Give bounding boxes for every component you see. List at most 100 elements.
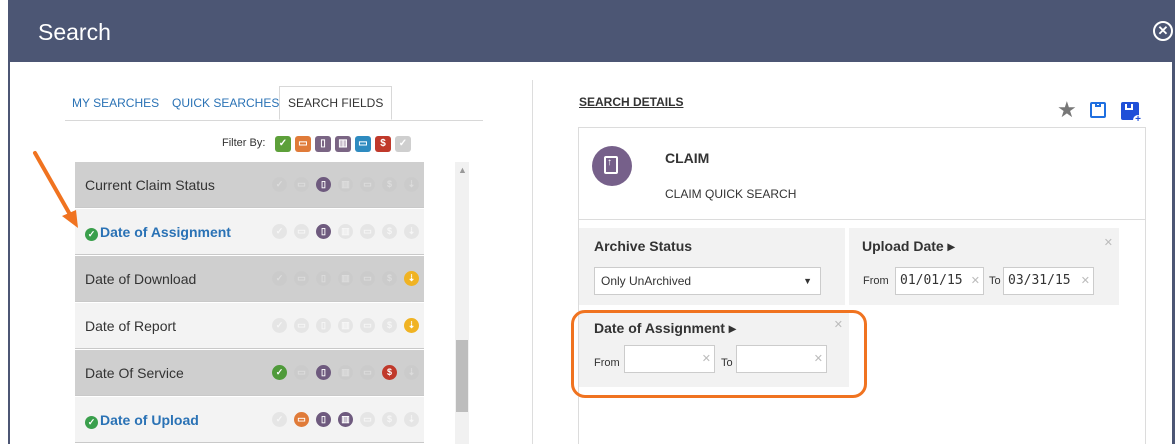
upload-date-to-value: 03/31/15 — [1008, 273, 1071, 288]
document-icon: ▯ — [316, 271, 331, 286]
panel-divider — [532, 80, 533, 444]
check-icon: ✓ — [272, 224, 287, 239]
check-icon: ✓ — [272, 318, 287, 333]
field-row[interactable]: Current Claim Status ✓ ▭ ▯ ▥ ▭ $ ⇣ — [75, 162, 424, 208]
service-icon: ▭ — [360, 412, 375, 427]
dollar-icon: $ — [382, 412, 397, 427]
dollar-icon: $ — [382, 271, 397, 286]
check-icon: ✓ — [272, 177, 287, 192]
download-icon: ▭ — [294, 271, 309, 286]
service-icon: ▭ — [360, 177, 375, 192]
tab-search-fields[interactable]: SEARCH FIELDS — [279, 86, 393, 120]
upload-icon: ⇣ — [404, 365, 419, 380]
field-row[interactable]: Date of Download ✓ ▭ ▯ ▥ ▭ $ ⇣ — [75, 256, 424, 302]
save-icon[interactable] — [1090, 102, 1106, 118]
report-icon: ▥ — [338, 365, 353, 380]
download-icon: ▭ — [294, 224, 309, 239]
details-divider — [578, 219, 1146, 220]
dollar-icon: $ — [382, 365, 397, 380]
upload-icon: ⇣ — [404, 412, 419, 427]
document-icon: ▯ — [316, 412, 331, 427]
download-icon: ▭ — [294, 365, 309, 380]
tab-quick-searches[interactable]: QUICK SEARCHES — [172, 96, 279, 110]
filter-check-icon[interactable]: ✓ — [275, 136, 291, 152]
clear-icon[interactable]: ✕ — [1081, 268, 1090, 294]
search-tabs: MY SEARCHES QUICK SEARCHES SEARCH FIELDS — [65, 86, 483, 121]
service-icon: ▭ — [360, 224, 375, 239]
check-icon: ✓ — [272, 365, 287, 380]
filter-service-icon[interactable]: ▭ — [355, 136, 371, 152]
claim-title: CLAIM — [665, 150, 710, 166]
scroll-up-icon[interactable]: ▲ — [458, 165, 467, 175]
upload-icon: ⇣ — [404, 271, 419, 286]
clear-icon[interactable]: ✕ — [971, 268, 980, 294]
upload-icon: ⇣ — [404, 224, 419, 239]
field-row[interactable]: ✓ Date of Upload ✓ ▭ ▯ ▥ ▭ $ ⇣ — [75, 397, 424, 443]
upload-date-to-input[interactable]: 03/31/15 ✕ — [1003, 267, 1094, 295]
field-label: Date of Download — [85, 271, 197, 287]
archive-status-select[interactable]: Only UnArchived ▼ — [594, 267, 821, 295]
chevron-down-icon: ▼ — [803, 276, 812, 286]
report-icon: ▥ — [338, 412, 353, 427]
search-details-header: SEARCH DETAILS — [579, 95, 684, 109]
dollar-icon: $ — [382, 177, 397, 192]
field-label: ✓ Date of Assignment — [85, 224, 231, 241]
download-icon: ▭ — [294, 318, 309, 333]
upload-date-filter: Upload Date ▸ ✕ From 01/01/15 ✕ To 03/31… — [849, 228, 1119, 305]
field-label: Date of Report — [85, 318, 177, 334]
check-icon: ✓ — [272, 271, 287, 286]
field-label: ✓ Date of Upload — [85, 412, 199, 429]
report-icon: ▥ — [338, 224, 353, 239]
archive-status-value: Only UnArchived — [601, 274, 692, 288]
report-icon: ▥ — [338, 318, 353, 333]
to-label: To — [989, 275, 1001, 287]
star-icon[interactable]: ★ — [1057, 99, 1077, 121]
dialog-title-bar: Search — [10, 0, 1175, 62]
filter-report-icon[interactable]: ▥ — [335, 136, 351, 152]
upload-icon: ⇣ — [404, 318, 419, 333]
upload-date-from-value: 01/01/15 — [900, 273, 963, 288]
field-row[interactable]: Date Of Service ✓ ▭ ▯ ▥ ▭ $ ⇣ — [75, 350, 424, 396]
close-icon[interactable]: ✕ — [1153, 21, 1173, 41]
filter-document-icon[interactable]: ▯ — [315, 136, 331, 152]
dollar-icon: $ — [382, 318, 397, 333]
field-row[interactable]: ✓ Date of Assignment ✓ ▭ ▯ ▥ ▭ $ ⇣ — [75, 209, 424, 255]
service-icon: ▭ — [360, 271, 375, 286]
save-as-icon[interactable] — [1121, 102, 1143, 125]
highlight-annotation — [571, 310, 867, 398]
claim-upload-icon — [592, 146, 632, 186]
claim-subtitle: CLAIM QUICK SEARCH — [665, 187, 797, 201]
remove-filter-icon[interactable]: ✕ — [1104, 236, 1113, 249]
service-icon: ▭ — [360, 365, 375, 380]
window-left-frame — [0, 0, 10, 444]
archive-status-filter: Archive Status Only UnArchived ▼ — [579, 228, 845, 305]
download-icon: ▭ — [294, 412, 309, 427]
filter-dollar-icon[interactable]: $ — [375, 136, 391, 152]
filter-download-icon[interactable]: ▭ — [295, 136, 311, 152]
search-field-list: Current Claim Status ✓ ▭ ▯ ▥ ▭ $ ⇣ ✓ Date of Assi… — [75, 162, 424, 444]
report-icon: ▥ — [338, 177, 353, 192]
download-icon: ▭ — [294, 177, 309, 192]
window-border — [8, 0, 10, 444]
archive-status-label: Archive Status — [594, 238, 693, 254]
filter-check-faint-icon[interactable]: ✓ — [395, 136, 411, 152]
check-icon: ✓ — [272, 412, 287, 427]
filter-label: Filter By: — [222, 137, 266, 149]
document-icon: ▯ — [316, 224, 331, 239]
tab-my-searches[interactable]: MY SEARCHES — [72, 96, 159, 110]
orange-arrow-annotation — [33, 151, 78, 228]
report-icon: ▥ — [338, 271, 353, 286]
list-scrollbar[interactable]: ▲ — [455, 162, 469, 444]
dialog-title: Search — [38, 19, 111, 45]
upload-date-label[interactable]: Upload Date ▸ — [862, 238, 955, 255]
selected-check-icon: ✓ — [85, 228, 98, 241]
document-icon: ▯ — [316, 318, 331, 333]
field-label: Current Claim Status — [85, 177, 215, 193]
selected-check-icon: ✓ — [85, 416, 98, 429]
document-icon: ▯ — [316, 365, 331, 380]
scroll-thumb[interactable] — [456, 340, 468, 412]
document-icon: ▯ — [316, 177, 331, 192]
upload-date-from-input[interactable]: 01/01/15 ✕ — [895, 267, 984, 295]
service-icon: ▭ — [360, 318, 375, 333]
field-row[interactable]: Date of Report ✓ ▭ ▯ ▥ ▭ $ ⇣ — [75, 303, 424, 349]
